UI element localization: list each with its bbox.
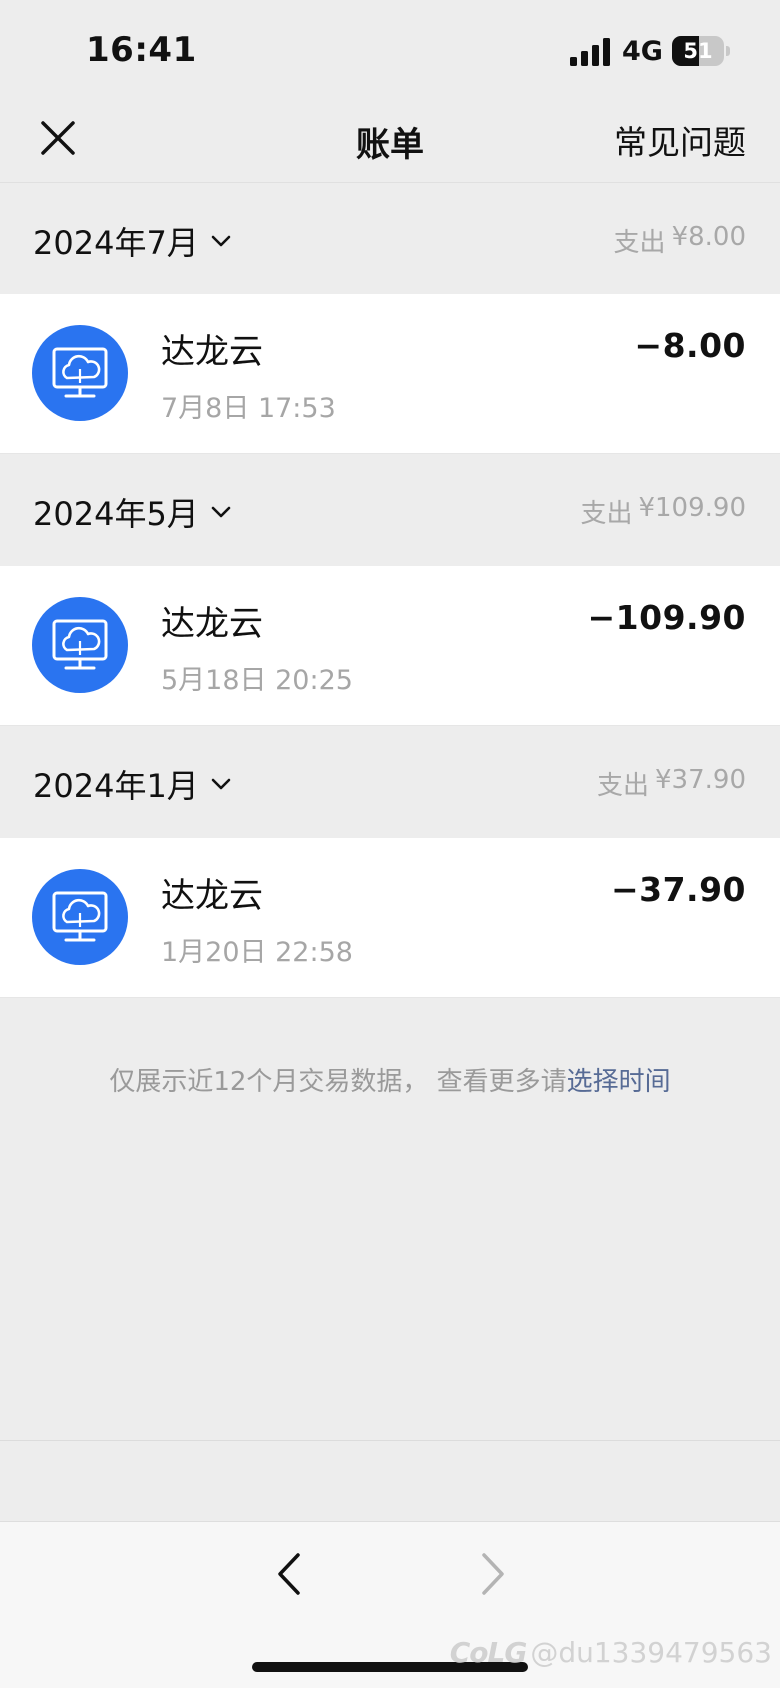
transaction-time: 5月18日 20:25 xyxy=(161,665,353,696)
watermark-handle: @du1339479563 xyxy=(530,1636,772,1669)
month-total-amount: ¥109.90 xyxy=(638,493,746,523)
month-label: 2024年5月 xyxy=(33,495,199,533)
forward-arrow-icon xyxy=(482,1553,504,1595)
month-selector[interactable]: 2024年5月 xyxy=(33,489,233,535)
signal-icon xyxy=(570,38,610,66)
status-time: 16:41 xyxy=(86,30,197,70)
transaction-row[interactable]: 达龙云 7月8日 17:53 −8.00 xyxy=(0,294,780,454)
faq-link[interactable]: 常见问题 xyxy=(614,116,746,164)
network-type: 4G xyxy=(622,36,663,67)
merchant-name: 达龙云 xyxy=(161,332,263,372)
transaction-time: 1月20日 22:58 xyxy=(161,937,353,968)
watermark-logo: CoLG xyxy=(449,1636,528,1669)
merchant-name: 达龙云 xyxy=(161,604,263,644)
month-header: 2024年1月 支出 ¥37.90 xyxy=(0,727,780,837)
divider xyxy=(0,1440,780,1441)
month-total-label: 支出 xyxy=(613,228,666,258)
transaction-row[interactable]: 达龙云 5月18日 20:25 −109.90 xyxy=(0,566,780,726)
month-total: 支出 ¥8.00 xyxy=(614,222,746,259)
chevron-down-icon xyxy=(211,506,231,518)
history-note-text: 仅展示近12个月交易数据， 查看更多请 xyxy=(109,1067,567,1097)
month-header: 2024年5月 支出 ¥109.90 xyxy=(0,455,780,565)
month-label: 2024年7月 xyxy=(33,224,199,262)
back-button[interactable] xyxy=(270,1549,310,1599)
month-total: 支出 ¥109.90 xyxy=(580,493,746,530)
back-arrow-icon xyxy=(278,1553,300,1595)
month-total-label: 支出 xyxy=(597,771,650,801)
transaction-amount: −37.90 xyxy=(610,870,746,909)
nav-bar: 账单 常见问题 xyxy=(0,100,780,183)
month-total-amount: ¥8.00 xyxy=(671,222,746,252)
watermark: CoLG @du1339479563 xyxy=(450,1636,772,1669)
month-total-amount: ¥37.90 xyxy=(655,765,746,795)
select-time-link[interactable]: 选择时间 xyxy=(567,1067,671,1097)
history-note: 仅展示近12个月交易数据， 查看更多请选择时间 xyxy=(0,1061,780,1098)
transaction-time: 7月8日 17:53 xyxy=(161,393,336,424)
battery-icon: 51 xyxy=(672,36,730,66)
battery-level: 51 xyxy=(683,39,713,63)
month-total: 支出 ¥37.90 xyxy=(597,765,746,802)
merchant-name: 达龙云 xyxy=(161,876,263,916)
transaction-amount: −8.00 xyxy=(634,326,746,365)
cloud-monitor-icon xyxy=(32,597,128,693)
transaction-row[interactable]: 达龙云 1月20日 22:58 −37.90 xyxy=(0,838,780,998)
cloud-monitor-icon xyxy=(32,869,128,965)
month-selector[interactable]: 2024年7月 xyxy=(33,218,233,264)
month-header: 2024年7月 支出 ¥8.00 xyxy=(0,184,780,294)
status-bar: 16:41 4G 51 xyxy=(0,0,780,100)
month-selector[interactable]: 2024年1月 xyxy=(33,761,233,807)
cloud-monitor-icon xyxy=(32,325,128,421)
month-label: 2024年1月 xyxy=(33,767,199,805)
chevron-down-icon xyxy=(211,778,231,790)
bill-screen: 16:41 4G 51 账单 常见问题 2024年7月 支出 ¥8.00 达龙云… xyxy=(0,0,780,1688)
forward-button[interactable] xyxy=(472,1549,512,1599)
transaction-amount: −109.90 xyxy=(587,598,746,637)
chevron-down-icon xyxy=(211,235,231,247)
month-total-label: 支出 xyxy=(580,499,633,529)
